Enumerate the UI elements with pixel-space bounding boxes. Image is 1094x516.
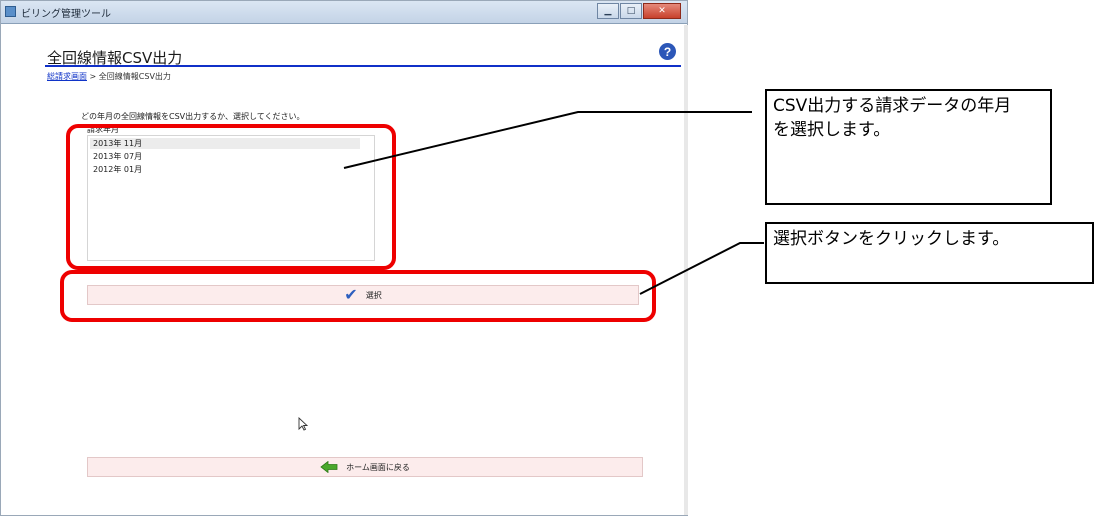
callout-box-1: CSV出力する請求データの年月を選択します。 xyxy=(765,89,1052,205)
callout-box-2: 選択ボタンをクリックします。 xyxy=(765,222,1094,284)
callout-1-text: CSV出力する請求データの年月を選択します。 xyxy=(773,96,1012,140)
callout-2-connector xyxy=(639,242,764,295)
callout-2-text: 選択ボタンをクリックします。 xyxy=(773,229,1010,249)
callout-1-connector xyxy=(343,111,752,169)
